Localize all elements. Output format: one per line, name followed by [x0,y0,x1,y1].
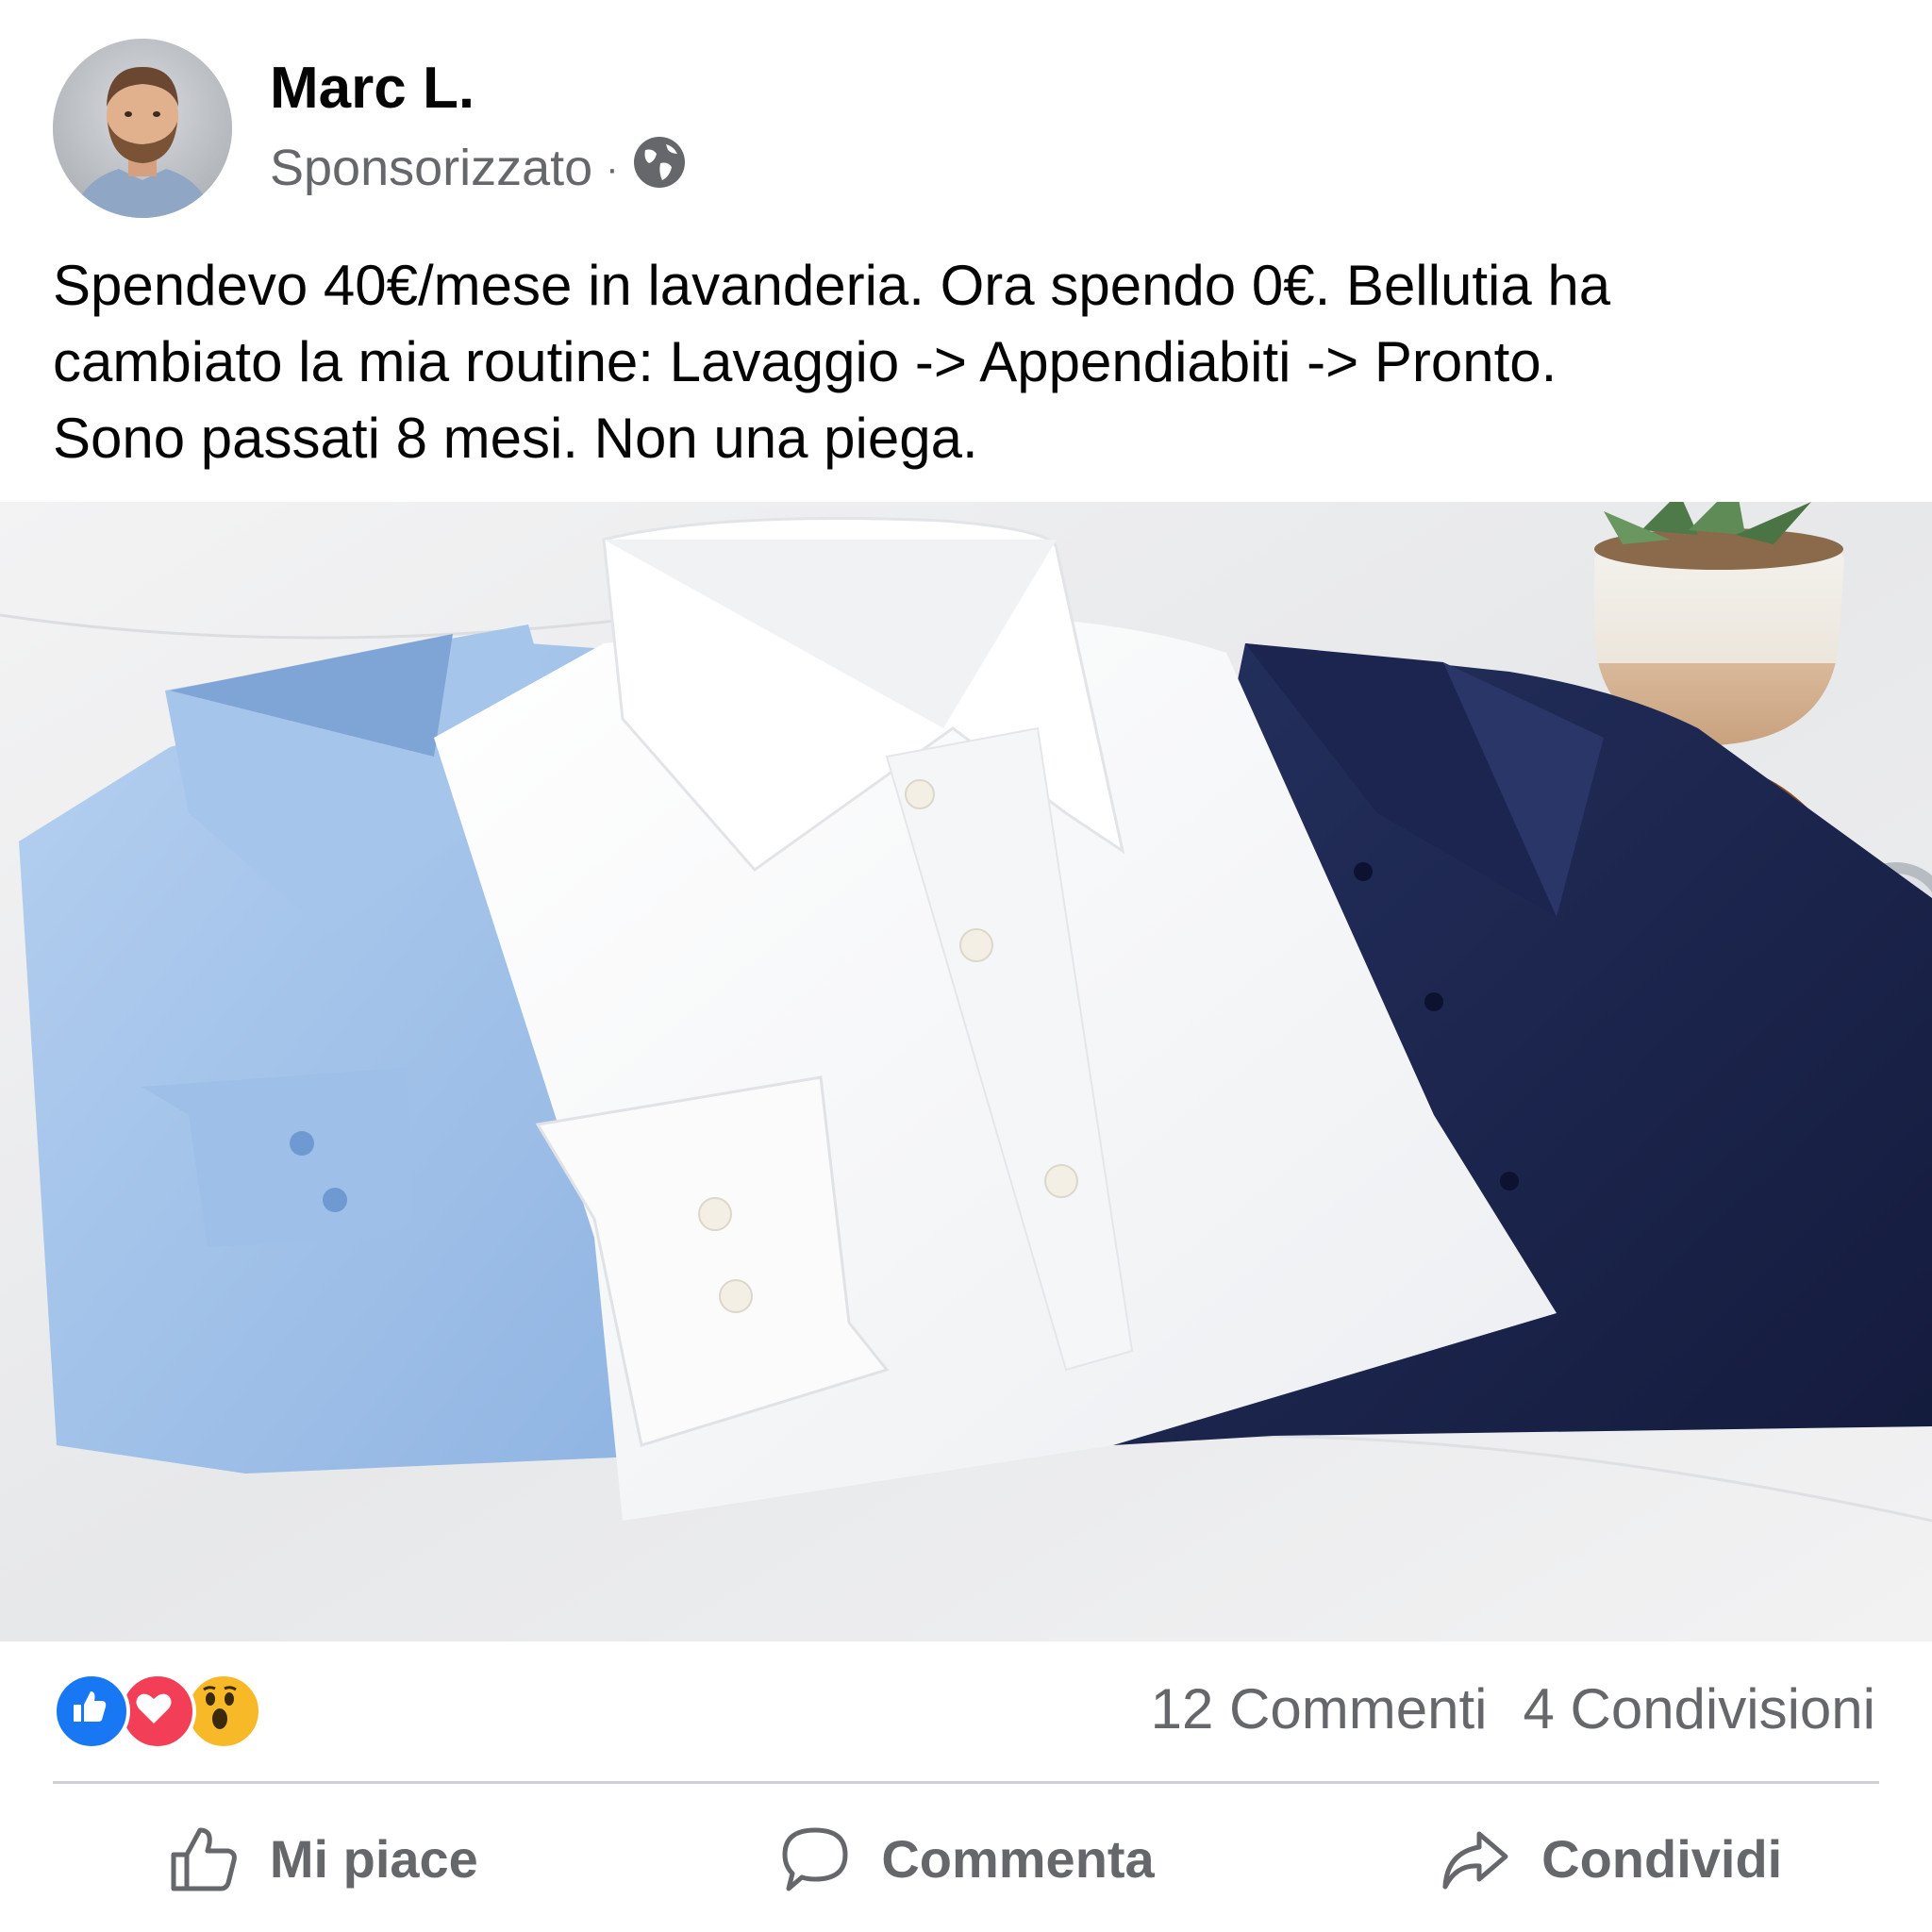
thumbs-up-icon [171,1827,237,1891]
author-name[interactable]: Marc L. [270,55,687,122]
reaction-summary[interactable] [53,1673,262,1750]
comment-icon [782,1827,848,1891]
post-text-line: cambiato la mia routine: Lavaggio -> App… [53,330,1557,393]
divider [53,1781,1879,1784]
engagement-counts: 12 Commenti 4 Condivisioni [1151,1672,1875,1747]
post-image[interactable] [0,502,1932,1641]
separator-dot: · [606,147,619,190]
avatar[interactable] [53,39,232,218]
love-reaction-icon [119,1673,196,1750]
comments-count[interactable]: 12 Commenti [1151,1672,1488,1747]
like-button[interactable]: Mi piace [0,1802,644,1915]
globe-icon[interactable] [632,135,687,201]
shares-count[interactable]: 4 Condivisioni [1523,1672,1875,1747]
post-subline: Sponsorizzato · [270,135,687,201]
comment-button[interactable]: Commenta [644,1802,1289,1915]
comment-label: Commenta [881,1828,1155,1889]
like-reaction-icon [53,1673,130,1750]
sponsored-post: Marc L. Sponsorizzato · Spendevo 40€/mes… [0,0,1932,1932]
post-text: Spendevo 40€/mese in lavanderia. Ora spe… [53,247,1883,476]
like-label: Mi piace [269,1828,478,1889]
post-header: Marc L. Sponsorizzato · [53,36,687,221]
post-meta: Marc L. Sponsorizzato · [270,55,687,202]
sponsored-label[interactable]: Sponsorizzato [270,140,592,196]
post-text-line: Spendevo 40€/mese in lavanderia. Ora spe… [53,254,1611,317]
wow-reaction-icon [185,1673,262,1750]
action-bar: Mi piace Commenta Condividi [0,1802,1932,1915]
share-button[interactable]: Condividi [1288,1802,1932,1915]
post-text-line: Sono passati 8 mesi. Non una piega. [53,407,978,470]
share-label: Condividi [1541,1828,1783,1889]
share-icon [1442,1831,1508,1890]
